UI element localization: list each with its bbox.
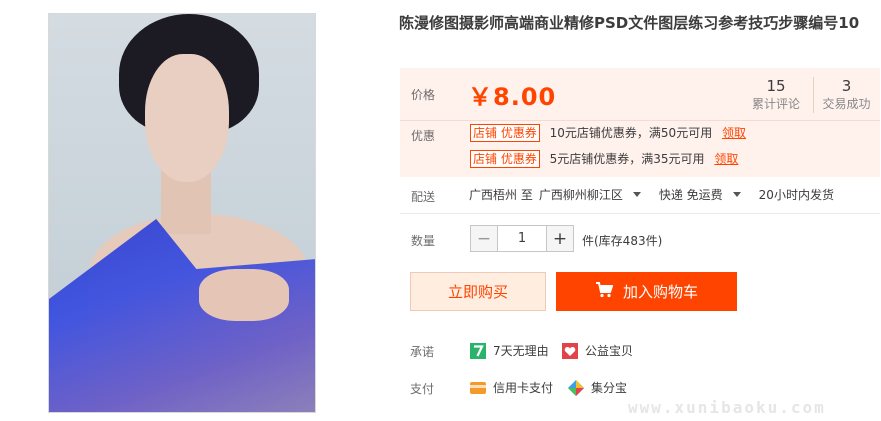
buy-now-label: 立即购买 bbox=[447, 283, 508, 301]
photo-face bbox=[145, 54, 229, 182]
product-title: 陈漫修图摄影师高端商业精修PSD文件图层练习参考技巧步骤编号10 bbox=[399, 14, 860, 32]
review-count[interactable]: 15 累计评论 bbox=[743, 77, 809, 113]
credit-card-icon bbox=[470, 380, 486, 396]
payment-item[interactable]: 信用卡支付 bbox=[470, 379, 553, 396]
promise-text: 7天无理由 bbox=[493, 344, 549, 358]
sales-count[interactable]: 3 交易成功 bbox=[813, 77, 879, 113]
promise-label: 承诺 bbox=[410, 345, 435, 359]
delivery-row: 广西梧州 至广西柳州柳江区 快递 免运费 20小时内发货 bbox=[469, 186, 840, 203]
claim-coupon-link[interactable]: 领取 bbox=[714, 152, 738, 166]
promise-text: 公益宝贝 bbox=[585, 344, 634, 358]
payment-text: 信用卡支付 bbox=[493, 381, 554, 395]
promise-item[interactable]: 7天无理由 bbox=[470, 342, 549, 359]
photo-hand bbox=[199, 269, 289, 321]
buy-now-button[interactable]: 立即购买 bbox=[410, 272, 546, 311]
price-value: ￥8.00 bbox=[468, 83, 557, 111]
coupon-tag: 店铺 优惠券 bbox=[470, 150, 540, 168]
quantity-increase-button[interactable]: + bbox=[546, 226, 573, 251]
coupon-row: 店铺 优惠券 5元店铺优惠券，满35元可用 领取 bbox=[470, 150, 738, 168]
delivery-label: 配送 bbox=[411, 190, 436, 204]
claim-coupon-link[interactable]: 领取 bbox=[722, 126, 746, 140]
price-label: 价格 bbox=[411, 88, 436, 102]
chevron-down-icon bbox=[632, 192, 641, 197]
coupon-row: 店铺 优惠券 10元店铺优惠券，满50元可用 领取 bbox=[470, 124, 746, 142]
delivery-to: 广西柳州柳江区 bbox=[538, 188, 623, 202]
review-count-label: 累计评论 bbox=[751, 97, 800, 111]
price-box: 价格 ￥8.00 15 累计评论 3 交易成功 优惠 店铺 优惠券 10元店铺优… bbox=[400, 68, 880, 177]
add-to-cart-label: 加入购物车 bbox=[622, 283, 698, 301]
shopping-cart-icon bbox=[595, 281, 614, 302]
delivery-time: 20小时内发货 bbox=[758, 188, 834, 202]
stock-info: 件(库存483件) bbox=[582, 234, 663, 248]
jifenbao-icon bbox=[568, 379, 584, 396]
payment-label: 支付 bbox=[410, 382, 435, 396]
section-divider bbox=[400, 213, 880, 214]
product-image[interactable] bbox=[48, 13, 316, 413]
watermark: www.xunibaoku.com bbox=[628, 398, 826, 417]
payment-item[interactable]: 集分宝 bbox=[568, 379, 627, 396]
quantity-decrease-button[interactable]: − bbox=[471, 226, 498, 251]
quantity-stepper: − 1 + bbox=[470, 225, 574, 252]
price-divider bbox=[400, 120, 880, 121]
charity-icon bbox=[562, 342, 578, 359]
delivery-from: 广西梧州 至 bbox=[469, 188, 533, 202]
seven-day-return-icon bbox=[470, 342, 486, 359]
delivery-to-select[interactable]: 广西柳州柳江区 bbox=[539, 188, 653, 202]
delivery-method: 快递 免运费 bbox=[658, 188, 723, 202]
delivery-method-select[interactable]: 快递 免运费 bbox=[659, 188, 753, 202]
quantity-input[interactable]: 1 bbox=[498, 226, 546, 251]
chevron-down-icon bbox=[732, 192, 741, 197]
payment-text: 集分宝 bbox=[591, 381, 628, 395]
sales-count-number: 3 bbox=[841, 77, 852, 95]
promise-item[interactable]: 公益宝贝 bbox=[562, 342, 633, 359]
review-count-number: 15 bbox=[766, 77, 786, 95]
promo-label: 优惠 bbox=[411, 129, 436, 143]
coupon-desc: 10元店铺优惠券，满50元可用 bbox=[549, 126, 713, 140]
coupon-desc: 5元店铺优惠券，满35元可用 bbox=[549, 152, 705, 166]
quantity-label: 数量 bbox=[411, 234, 436, 248]
coupon-tag: 店铺 优惠券 bbox=[470, 124, 540, 142]
add-to-cart-button[interactable]: 加入购物车 bbox=[556, 272, 737, 311]
sales-count-label: 交易成功 bbox=[822, 97, 871, 111]
